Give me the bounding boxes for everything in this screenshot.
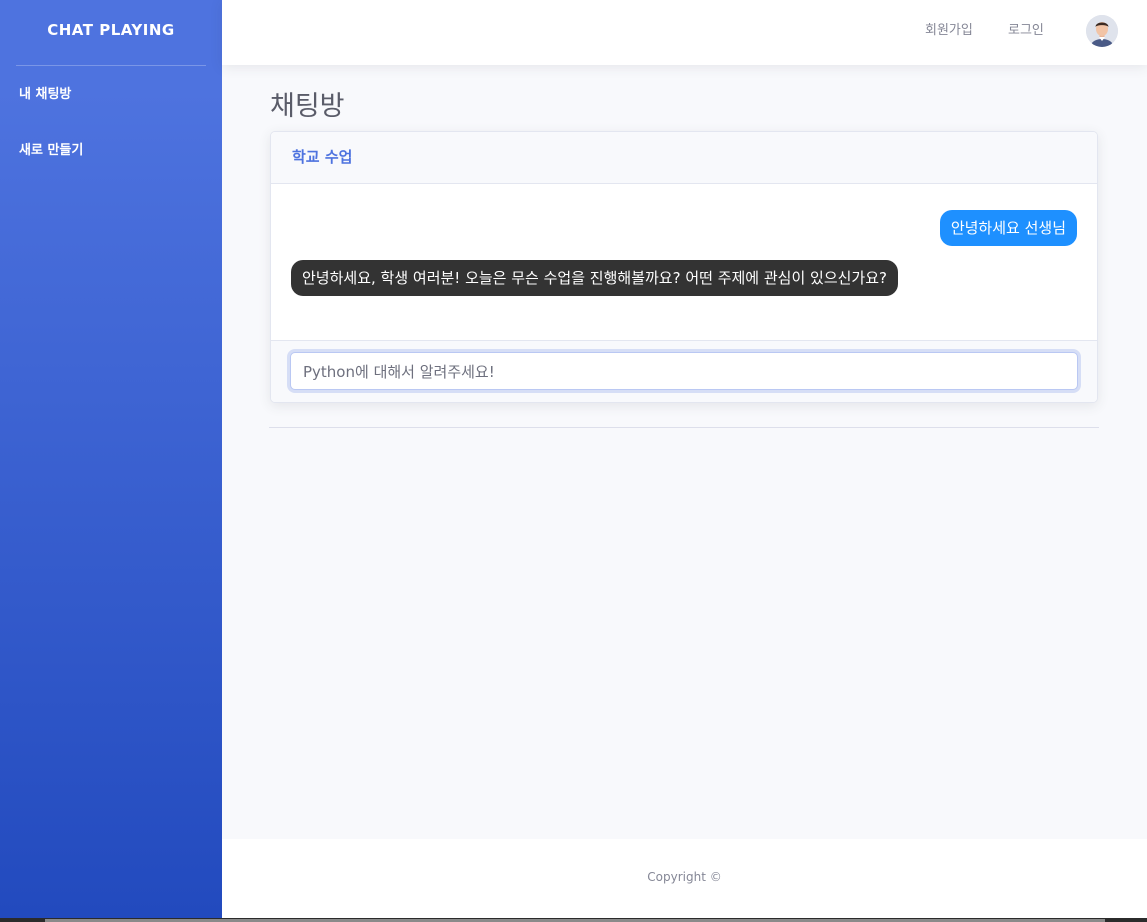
chat-messages: 안녕하세요 선생님 안녕하세요, 학생 여러분! 오늘은 무슨 수업을 진행해볼…: [271, 184, 1097, 340]
user-avatar-icon[interactable]: [1086, 15, 1118, 47]
chat-card: 학교 수업 안녕하세요 선생님 안녕하세요, 학생 여러분! 오늘은 무슨 수업…: [270, 131, 1098, 403]
login-link[interactable]: 로그인: [1008, 19, 1044, 38]
brand-logo[interactable]: CHAT PLAYING: [0, 0, 222, 60]
sidebar-item-create-new[interactable]: 새로 만들기: [0, 123, 222, 179]
content-divider: [269, 427, 1099, 428]
sidebar-item-my-chatrooms[interactable]: 내 채팅방: [0, 67, 222, 123]
message-bubble-user: 안녕하세요 선생님: [939, 210, 1077, 246]
message-bubble-bot: 안녕하세요, 학생 여러분! 오늘은 무슨 수업을 진행해볼까요? 어떤 주제에…: [291, 260, 898, 296]
main-content: 회원가입 로그인 채팅방 학교 수업 안녕하세요 선생님 안녕하세요, 학생 여…: [222, 0, 1147, 918]
footer: Copyright ©: [222, 839, 1147, 918]
page-title: 채팅방: [270, 91, 345, 122]
signup-link[interactable]: 회원가입: [925, 19, 973, 38]
horizontal-scrollbar[interactable]: [0, 918, 1147, 922]
copyright-text: Copyright ©: [647, 870, 722, 884]
chat-card-title: 학교 수업: [271, 132, 1097, 184]
topbar: 회원가입 로그인: [222, 0, 1147, 65]
chat-input-area: [271, 340, 1097, 402]
chat-message-input[interactable]: [290, 352, 1078, 390]
sidebar: CHAT PLAYING 내 채팅방 새로 만들기: [0, 0, 222, 918]
